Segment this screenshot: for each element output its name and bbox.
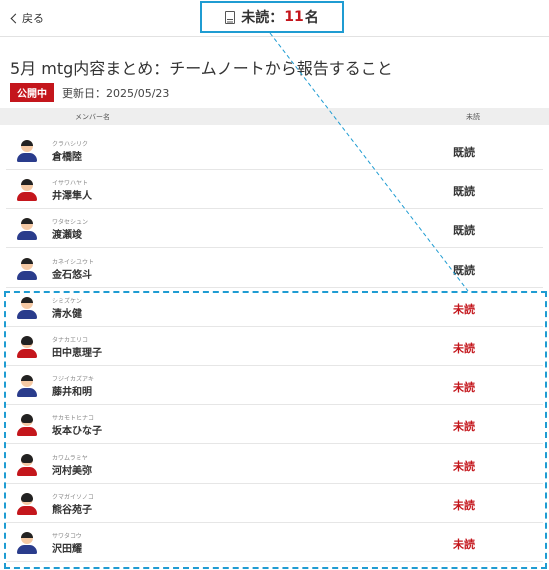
avatar-icon — [16, 218, 38, 241]
member-row[interactable]: サワタコウ沢田耀 未読 — [6, 523, 543, 562]
member-name: 熊谷苑子 — [52, 504, 92, 516]
avatar-icon — [16, 532, 38, 554]
unread-status: 未読 — [453, 342, 475, 355]
member-row[interactable]: フジイカズアキ藤井和明 未読 — [6, 366, 543, 406]
unread-suffix: 名 — [304, 10, 319, 26]
page-meta: 公開中 更新日：2025/05/23 — [10, 83, 169, 102]
avatar-icon — [16, 257, 38, 280]
member-row[interactable]: ワタセシュン渡瀬竣 既読 — [6, 209, 543, 249]
member-name: 金石悠斗 — [52, 269, 92, 281]
member-row[interactable]: カワムラミヤ河村美弥 未読 — [6, 444, 543, 484]
member-name: 倉橋陸 — [52, 152, 82, 163]
member-row[interactable]: クラハシリク倉橋陸 既読 — [6, 131, 543, 170]
member-kana: カネイシユウト — [52, 258, 95, 266]
read-status: 既読 — [453, 263, 475, 277]
member-row[interactable]: タナカエリコ田中恵理子 未読 — [6, 327, 543, 366]
avatar-icon — [16, 453, 38, 476]
unread-label: 未読： — [241, 10, 284, 26]
member-kana: イサワハヤト — [52, 180, 88, 188]
member-kana: ワタセシュン — [52, 219, 89, 227]
updated-date: 更新日：2025/05/23 — [62, 86, 170, 100]
member-name: 藤井和明 — [52, 387, 92, 399]
status-badge: 公開中 — [10, 83, 54, 102]
back-label: 戻る — [22, 12, 44, 25]
unread-status: 未読 — [453, 381, 475, 395]
member-name: 河村美弥 — [52, 465, 92, 477]
member-row[interactable]: クマガイソノコ熊谷苑子 未読 — [6, 483, 543, 523]
avatar-icon — [16, 296, 38, 319]
member-name: 渡瀬竣 — [52, 230, 82, 242]
avatar-icon — [16, 179, 38, 202]
member-row[interactable]: サカモトヒナコ坂本ひな子 未読 — [6, 405, 543, 445]
unread-status: 未読 — [453, 538, 475, 551]
member-name: 清水健 — [52, 308, 82, 320]
avatar-icon — [16, 492, 38, 515]
avatar-icon — [16, 414, 38, 437]
avatar-icon — [16, 375, 38, 398]
member-row[interactable]: シミズケン清水健 未読 — [6, 287, 543, 327]
member-kana: フジイカズアキ — [52, 376, 95, 384]
member-name: 沢田耀 — [52, 544, 82, 555]
chevron-left-icon — [10, 13, 21, 23]
member-kana: サワタコウ — [52, 533, 82, 540]
unread-count-callout: 未読： 11 名 — [200, 1, 344, 33]
back-button[interactable]: 戻る — [10, 10, 44, 26]
column-header-status: 未読 — [466, 113, 480, 121]
member-name: 井澤隼人 — [52, 191, 92, 203]
member-kana: サカモトヒナコ — [52, 415, 95, 423]
unread-status: 未読 — [453, 420, 475, 434]
read-status: 既読 — [453, 146, 475, 159]
unread-count: 11 — [284, 9, 304, 25]
unread-status: 未読 — [453, 498, 475, 512]
unread-status: 未読 — [453, 459, 475, 473]
member-kana: カワムラミヤ — [52, 454, 88, 462]
list-header: メンバー名 未読 — [0, 108, 549, 125]
member-row[interactable]: カネイシユウト金石悠斗 既読 — [6, 248, 543, 288]
member-row[interactable]: イサワハヤト井澤隼人 既読 — [6, 170, 543, 210]
page-title: 5月 mtg内容まとめ：チームノートから報告すること — [10, 59, 393, 78]
member-name: 坂本ひな子 — [52, 426, 102, 438]
member-kana: クラハシリク — [52, 141, 88, 148]
document-icon — [225, 10, 236, 24]
read-status: 既読 — [453, 224, 475, 238]
column-header-name: メンバー名 — [75, 113, 110, 121]
member-kana: シミズケン — [52, 297, 82, 305]
member-kana: タナカエリコ — [52, 337, 89, 344]
member-name: 田中恵理子 — [52, 348, 102, 359]
read-status: 既読 — [453, 185, 475, 199]
unread-status: 未読 — [453, 302, 475, 316]
avatar-icon — [16, 140, 38, 162]
member-kana: クマガイソノコ — [52, 493, 94, 501]
avatar-icon — [16, 336, 38, 358]
